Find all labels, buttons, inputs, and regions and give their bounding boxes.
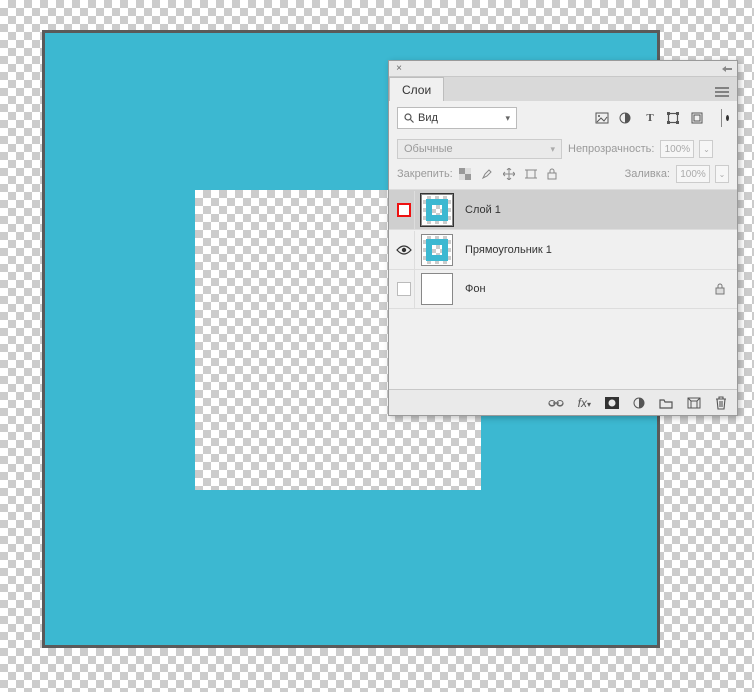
eye-icon [396,244,412,256]
panel-menu-button[interactable] [707,83,737,101]
layer-visibility-toggle[interactable] [393,231,415,269]
layer-name[interactable]: Фон [465,283,486,295]
blend-mode-select[interactable]: Обычные ▾ [397,139,562,159]
filter-row: Вид ▾ T [389,101,737,135]
panel-footer: fx▾ [389,389,737,415]
layer-visibility-toggle[interactable] [393,270,415,308]
panel-collapse-button[interactable] [721,63,733,75]
layer-thumbnail[interactable] [421,273,453,305]
layer-name[interactable]: Прямоугольник 1 [465,244,552,256]
layer-thumbnail[interactable] [421,234,453,266]
lock-brush-icon[interactable] [481,168,495,180]
lock-icon [715,283,725,295]
layers-list: Слой 1 Прямоугольник 1 Фон [389,189,737,309]
mask-button[interactable] [605,397,619,409]
filter-type-icons: T [595,109,729,127]
search-icon [404,113,414,123]
chevron-down-icon: ▾ [550,144,555,155]
lock-row: Закрепить: Заливка: 100% ⌄ [389,163,737,189]
layer-thumbnail[interactable] [421,194,453,226]
filter-shape-icon[interactable] [667,112,681,124]
panel-titlebar[interactable]: × [389,61,737,77]
blend-row: Обычные ▾ Непрозрачность: 100% ⌄ [389,135,737,163]
filter-toggle[interactable] [721,109,729,127]
layer-row[interactable]: Прямоугольник 1 [389,229,737,269]
filter-adjust-icon[interactable] [619,112,633,124]
panel-close-button[interactable]: × [393,63,405,75]
visibility-box-highlighted [397,203,411,217]
blend-mode-label: Обычные [404,143,453,155]
fill-chevron[interactable]: ⌄ [715,165,729,183]
opacity-value[interactable]: 100% [660,140,694,158]
fill-label: Заливка: [625,168,670,180]
group-button[interactable] [659,397,673,409]
filter-text-icon[interactable]: T [643,112,657,124]
layer-filter-select[interactable]: Вид ▾ [397,107,517,129]
layer-name[interactable]: Слой 1 [465,204,501,216]
layers-panel: × Слои Вид ▾ T [388,60,738,416]
delete-layer-button[interactable] [715,396,727,410]
filter-label: Вид [418,112,438,124]
fx-button[interactable]: fx▾ [578,396,591,410]
new-layer-button[interactable] [687,397,701,409]
lock-transparency-icon[interactable] [459,168,473,180]
layer-row[interactable]: Фон [389,269,737,309]
opacity-chevron[interactable]: ⌄ [699,140,713,158]
lock-artboard-icon[interactable] [525,168,539,180]
lock-label: Закрепить: [397,168,453,180]
panel-tabs: Слои [389,77,737,101]
filter-pixel-icon[interactable] [595,112,609,124]
tab-label: Слои [402,83,431,97]
visibility-box [397,282,411,296]
opacity-label: Непрозрачность: [568,143,654,155]
fill-value[interactable]: 100% [676,165,710,183]
chevron-down-icon: ▾ [505,113,510,124]
lock-all-icon[interactable] [547,168,561,180]
layer-row[interactable]: Слой 1 [389,189,737,229]
layer-visibility-toggle[interactable] [393,191,415,229]
tab-layers[interactable]: Слои [389,77,444,101]
lock-position-icon[interactable] [503,168,517,180]
lock-icons [459,168,561,180]
link-layers-button[interactable] [548,398,564,408]
filter-smart-icon[interactable] [691,112,705,124]
adjustment-button[interactable] [633,397,645,409]
